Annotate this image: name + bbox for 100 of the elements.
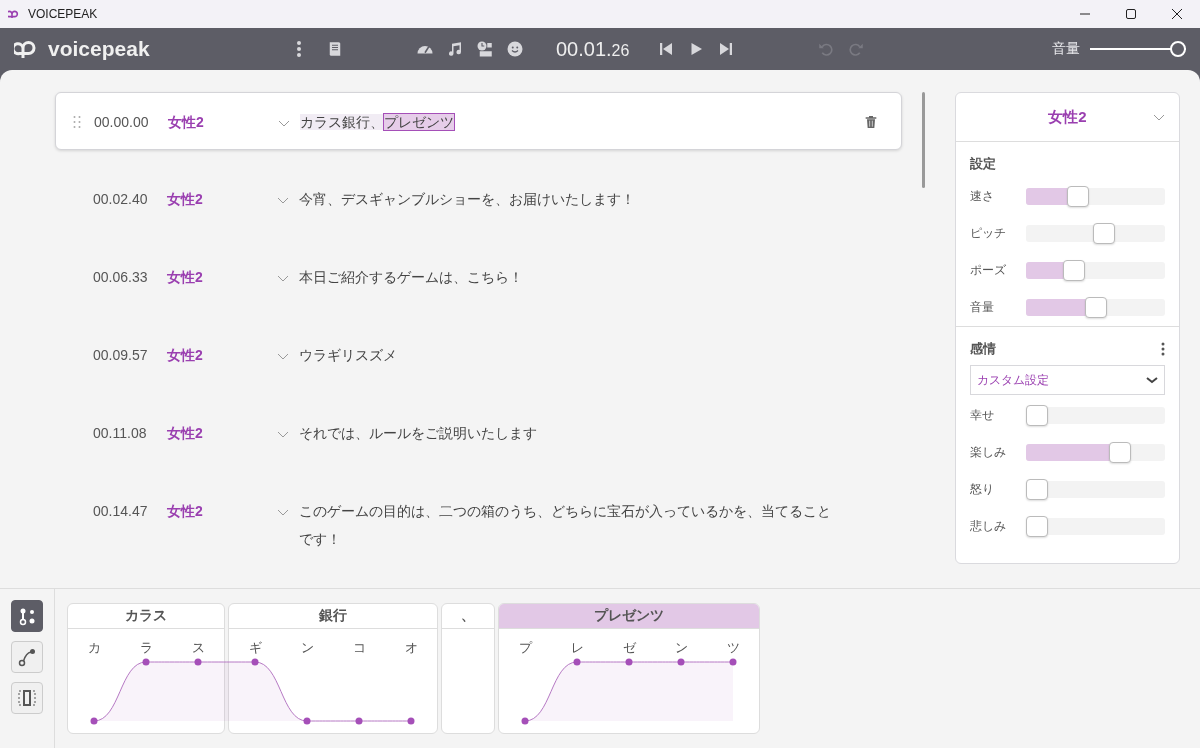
voice-name[interactable]: 女性2 [167,423,277,443]
pitch-point[interactable] [729,658,737,666]
window-title: VOICEPEAK [28,7,99,21]
voice-name[interactable]: 女性2 [167,267,277,287]
slider-thumb[interactable] [1092,223,1115,244]
pitch-point[interactable] [573,658,581,666]
app-logo-icon [8,8,20,20]
bracket-tool-icon [17,688,37,708]
slider-track[interactable] [1026,262,1165,279]
slider-thumb[interactable] [1084,297,1107,318]
slider-label: 幸せ [970,407,995,424]
section-title: 感情 [970,340,996,358]
mora-label: ス [190,639,206,657]
close-icon [1171,8,1183,20]
line-text[interactable]: カラス銀行、プレゼンツ [300,108,840,136]
word-block[interactable]: 、 [441,603,495,734]
pitch-point[interactable] [677,658,685,666]
more-icon [1161,342,1165,356]
slider-track[interactable] [1026,444,1165,461]
word-block[interactable]: プレゼンツ プ レ ゼ ン ツ [498,603,760,734]
pitch-point[interactable] [625,658,633,666]
slider-thumb[interactable] [1063,260,1086,281]
tool-button[interactable] [11,600,43,632]
mora-label: カ [86,639,102,657]
line-text[interactable]: 今宵、デスギャンブルショーを、お届けいたします！ [299,185,839,213]
word-label: カラス [125,607,167,625]
menu-icon [297,41,301,57]
pitch-point[interactable] [355,717,363,725]
volume-thumb[interactable] [1170,41,1186,57]
slider-thumb[interactable] [1026,479,1048,500]
slider-thumb[interactable] [1066,186,1089,207]
mora-label: ゼ [621,639,637,657]
app-logo: voicepeak [48,37,150,61]
more-button[interactable] [1161,342,1165,356]
word-block[interactable]: カラス カ ラ ス [67,603,225,734]
line-text[interactable]: ウラギリスズメ [299,341,839,369]
voice-name[interactable]: 女性2 [167,345,277,365]
slider-thumb[interactable] [1026,516,1048,537]
mora-label: ラ [138,639,154,657]
word-block[interactable]: 銀行 ギ ン コ オ [228,603,438,734]
mora-label: コ [351,639,367,657]
line-text[interactable]: 本日ご紹介するゲームは、こちら！ [299,263,839,291]
scrollbar[interactable] [922,92,925,188]
mora-label: ツ [725,639,741,657]
slider-label: 怒り [970,481,995,498]
script-line[interactable]: 00.09.57 女性2 ウラギリスズメ [55,326,902,384]
pitch-point[interactable] [194,658,202,666]
voice-selector[interactable]: 女性2 [1048,107,1087,127]
word-label: プレゼンツ [594,607,664,625]
voice-name[interactable]: 女性2 [168,112,278,132]
script-line[interactable]: 00.06.33 女性2 本日ご紹介するゲームは、こちら！ [55,248,902,306]
playback-time: 00.01.26 [556,37,630,61]
voice-name[interactable]: 女性2 [167,189,277,209]
slider-track[interactable] [1026,481,1165,498]
pitch-point[interactable] [90,717,98,725]
trash-icon [863,114,879,130]
pitch-point[interactable] [521,717,529,725]
line-time: 00.02.40 [93,190,149,209]
pitch-points-tool-icon [17,606,37,626]
slider-label: 音量 [970,299,995,316]
slider-track[interactable] [1026,407,1165,424]
line-text[interactable]: それでは、ルールをご説明いたします [299,419,839,447]
slider-thumb[interactable] [1026,405,1048,426]
word-label: 銀行 [319,607,347,625]
slider-thumb[interactable] [1109,442,1132,463]
music-note-icon [446,40,464,58]
volume-label: 音量 [1052,40,1080,58]
mora-label: ン [673,639,689,657]
script-line[interactable]: 00.14.47 女性2 このゲームの目的は、二つの箱のうち、どちらに宝石が入っているかを、当てることです！ [55,482,902,553]
drag-handle-icon [72,115,82,129]
pitch-point[interactable] [251,658,259,666]
line-time: 00.11.08 [93,424,148,443]
slider-track[interactable] [1026,299,1165,316]
slider-track[interactable] [1026,225,1165,242]
line-time: 00.00.00 [94,113,150,132]
chevron-down-icon [1146,374,1158,386]
line-time: 00.09.57 [93,346,149,365]
pitch-point[interactable] [142,658,150,666]
line-text[interactable]: このゲームの目的は、二つの箱のうち、どちらに宝石が入っているかを、当てることです！ [299,497,839,553]
slider-track[interactable] [1026,188,1165,205]
slider-label: ピッチ [970,225,1007,242]
maximize-icon [1125,8,1137,20]
pitch-point[interactable] [407,717,415,725]
mora-label: ギ [247,639,263,657]
word-label: 、 [461,607,475,625]
preset-dropdown[interactable]: カスタム設定 [970,365,1165,395]
voice-name[interactable]: 女性2 [167,501,277,521]
mora-label: オ [403,639,419,657]
slider-label: ポーズ [970,262,1007,279]
script-line[interactable]: 00.02.40 女性2 今宵、デスギャンブルショーを、お届けいたします！ [55,170,902,228]
slider-label: 速さ [970,188,995,205]
script-line[interactable]: 00.11.08 女性2 それでは、ルールをご説明いたします [55,404,902,462]
line-time: 00.06.33 [93,268,149,287]
smiley-icon [506,40,524,58]
volume-slider[interactable] [1090,41,1186,57]
mora-label: ン [299,639,315,657]
mora-label: プ [517,639,534,657]
pitch-point[interactable] [303,717,311,725]
slider-track[interactable] [1026,518,1165,535]
slider-label: 悲しみ [970,518,1007,535]
